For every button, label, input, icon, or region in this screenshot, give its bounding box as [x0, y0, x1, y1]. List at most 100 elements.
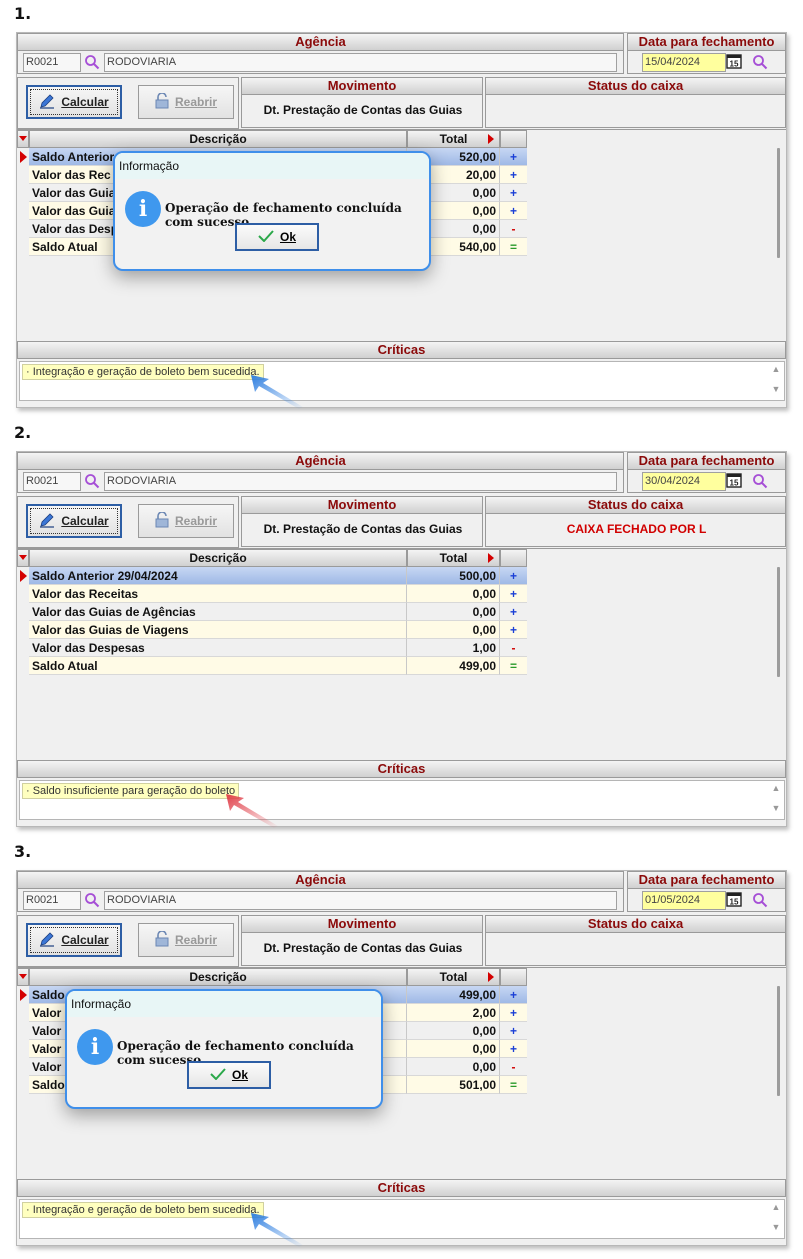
- row-total: 0,00: [407, 621, 500, 639]
- calcular-button[interactable]: Calcular: [26, 504, 122, 538]
- table-row[interactable]: Valor das Receitas 0,00 +: [17, 585, 527, 603]
- step-number: 1.: [14, 4, 32, 23]
- table-row[interactable]: Valor das Guias de Agências 0,00 +: [17, 603, 527, 621]
- info-icon: i: [125, 191, 161, 227]
- reabrir-button[interactable]: Reabrir: [138, 85, 234, 119]
- ok-button[interactable]: Ok: [187, 1061, 271, 1089]
- grid-scrollbar[interactable]: [777, 567, 780, 677]
- agencia-box: R0021 RODOVIARIA: [17, 50, 624, 74]
- calendar-icon[interactable]: 15: [726, 54, 742, 70]
- agency-name-field[interactable]: RODOVIARIA: [104, 53, 617, 72]
- calcular-label: Calcular: [61, 933, 109, 947]
- row-indicator: [17, 166, 29, 184]
- column-header-total-label: Total: [439, 132, 468, 146]
- agency-name-field[interactable]: RODOVIARIA: [104, 891, 617, 910]
- agency-code-field[interactable]: R0021: [23, 891, 81, 910]
- table-row[interactable]: Valor das Despesas 1,00-: [17, 639, 527, 657]
- pencil-icon: [39, 93, 55, 112]
- row-indicator: [17, 184, 29, 202]
- agency-code-field[interactable]: R0021: [23, 472, 81, 491]
- movimento-header: Movimento: [241, 496, 483, 514]
- row-total: 500,00: [407, 567, 500, 585]
- calendar-icon[interactable]: 15: [726, 892, 742, 908]
- search-icon[interactable]: [752, 473, 768, 489]
- row-sign: +: [500, 567, 527, 585]
- grid-corner: [17, 968, 29, 986]
- column-header-descricao: Descrição: [29, 968, 407, 986]
- row-indicator: [17, 1058, 29, 1076]
- totals-grid: Descrição Total Saldo Anterior 29/04/2024 5…: [17, 548, 786, 759]
- row-sign: +: [500, 585, 527, 603]
- search-icon[interactable]: [752, 54, 768, 70]
- grid-scrollbar[interactable]: [777, 148, 780, 258]
- movimento-box: Dt. Prestação de Contas das Guias: [241, 932, 483, 966]
- reabrir-button[interactable]: Reabrir: [138, 504, 234, 538]
- criticas-scrollbar[interactable]: ▲ ▼: [770, 364, 782, 400]
- search-icon[interactable]: [84, 892, 100, 908]
- movimento-header: Movimento: [241, 915, 483, 933]
- table-row[interactable]: Saldo Anterior 29/04/2024 500,00 +: [17, 567, 527, 585]
- agencia-box: R0021 RODOVIARIA: [17, 888, 624, 912]
- critica-message: · Integração e geração de boleto bem suc…: [22, 1202, 264, 1218]
- svg-text:15: 15: [730, 898, 739, 907]
- scroll-up-icon[interactable]: ▲: [770, 364, 782, 374]
- row-sign: +: [500, 202, 527, 220]
- closing-date-field[interactable]: 30/04/2024: [642, 472, 726, 491]
- toolbar-box: Calcular Reabrir: [17, 77, 239, 129]
- scroll-down-icon[interactable]: ▼: [770, 384, 782, 394]
- row-sign: +: [500, 166, 527, 184]
- row-sign: +: [500, 621, 527, 639]
- criticas-scrollbar[interactable]: ▲ ▼: [770, 1202, 782, 1238]
- closing-date-field[interactable]: 01/05/2024: [642, 891, 726, 910]
- step-number: 3.: [14, 842, 32, 861]
- grid-scrollbar[interactable]: [777, 986, 780, 1096]
- table-row[interactable]: Saldo Atual 499,00 =: [17, 657, 527, 675]
- calcular-button[interactable]: Calcular: [26, 923, 122, 957]
- info-dialog: Informação i Operação de fechamento conclu…: [113, 151, 431, 271]
- calendar-icon[interactable]: 15: [726, 473, 742, 489]
- agency-name-field[interactable]: RODOVIARIA: [104, 472, 617, 491]
- row-description: Valor das Guias de Viagens: [29, 621, 407, 639]
- closing-date-field[interactable]: 15/04/2024: [642, 53, 726, 72]
- criticas-header: Críticas: [17, 1179, 786, 1197]
- ok-button[interactable]: Ok: [235, 223, 319, 251]
- row-sign: +: [500, 1040, 527, 1058]
- status-caixa-box: [485, 94, 786, 128]
- calcular-label: Calcular: [61, 514, 109, 528]
- svg-text:15: 15: [730, 479, 739, 488]
- movimento-value: Dt. Prestação de Contas das Guias: [263, 522, 463, 536]
- data-fechamento-header: Data para fechamento: [627, 33, 786, 51]
- criticas-scrollbar[interactable]: ▲ ▼: [770, 783, 782, 819]
- reabrir-button[interactable]: Reabrir: [138, 923, 234, 957]
- row-indicator: [17, 1076, 29, 1094]
- row-total: 0,00: [407, 1058, 500, 1076]
- row-pointer-icon: [17, 567, 29, 585]
- column-header-total[interactable]: Total: [407, 968, 500, 986]
- movimento-value: Dt. Prestação de Contas das Guias: [263, 103, 463, 117]
- row-indicator: [17, 202, 29, 220]
- criticas-header: Críticas: [17, 341, 786, 359]
- search-icon[interactable]: [84, 54, 100, 70]
- scroll-up-icon[interactable]: ▲: [770, 1202, 782, 1212]
- row-indicator: [17, 238, 29, 256]
- scroll-up-icon[interactable]: ▲: [770, 783, 782, 793]
- data-box: 01/05/2024 15: [627, 888, 786, 912]
- svg-text:15: 15: [730, 60, 739, 69]
- scroll-down-icon[interactable]: ▼: [770, 1222, 782, 1232]
- search-icon[interactable]: [752, 892, 768, 908]
- critica-message: · Integração e geração de boleto bem suc…: [22, 364, 264, 380]
- row-sign: =: [500, 657, 527, 675]
- row-sign: =: [500, 1076, 527, 1094]
- row-sign: =: [500, 238, 527, 256]
- column-header-total[interactable]: Total: [407, 130, 500, 148]
- search-icon[interactable]: [84, 473, 100, 489]
- reabrir-label: Reabrir: [174, 933, 218, 947]
- status-caixa-header: Status do caixa: [485, 77, 786, 95]
- calcular-button[interactable]: Calcular: [26, 85, 122, 119]
- scroll-down-icon[interactable]: ▼: [770, 803, 782, 813]
- unlock-icon: [155, 510, 169, 531]
- table-row[interactable]: Valor das Guias de Viagens 0,00 +: [17, 621, 527, 639]
- column-header-total[interactable]: Total: [407, 549, 500, 567]
- agency-code-field[interactable]: R0021: [23, 53, 81, 72]
- agencia-header: Agência: [17, 871, 624, 889]
